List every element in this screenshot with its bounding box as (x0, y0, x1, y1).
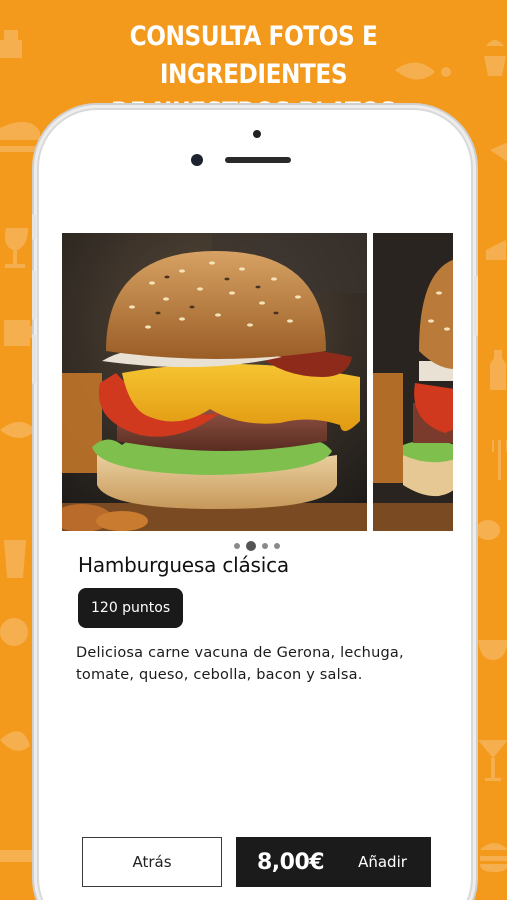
phone-frame: Hamburguesa clásica 120 puntos Deliciosa… (32, 108, 478, 900)
cake-slice-icon (486, 240, 506, 260)
burger-image-preview (373, 233, 453, 531)
back-button-label: Atrás (132, 853, 172, 871)
fish-icon (0, 422, 36, 438)
product-description: Deliciosa carne vacuna de Gerona, lechug… (76, 645, 404, 683)
volume-down-button (32, 334, 36, 384)
pagination-dot-2[interactable] (245, 541, 256, 551)
leaf-icon (0, 731, 30, 751)
pagination-dot-3[interactable] (261, 543, 268, 549)
bottle-icon (490, 350, 506, 390)
pagination-dot-1[interactable] (233, 543, 240, 549)
sandwich-icon (0, 121, 40, 152)
pagination-dot-4[interactable] (273, 543, 280, 549)
next-product-photo[interactable] (373, 233, 453, 531)
gallery-pagination (60, 541, 453, 551)
wine-glass-icon (4, 228, 28, 268)
volume-up-button (32, 270, 36, 320)
phone-sensor (253, 130, 261, 138)
product-photo[interactable] (62, 233, 367, 531)
apple-icon (0, 606, 29, 646)
cocktail-icon (478, 740, 507, 781)
price-label: 8,00€ (257, 849, 325, 875)
front-camera (191, 154, 203, 166)
pizza-icon (490, 142, 507, 162)
add-to-order-button[interactable]: 8,00€ Añadir (236, 837, 431, 887)
product-name: Hamburguesa clásica (78, 553, 289, 577)
cake-icon (0, 30, 22, 58)
fork-icon (492, 440, 507, 480)
bowl-icon (478, 640, 507, 660)
glass-icon (4, 540, 26, 578)
add-button-label: Añadir (358, 853, 407, 871)
cupcake-icon (484, 40, 506, 76)
hotdog-icon (0, 850, 37, 862)
mute-switch (32, 214, 36, 240)
promo-title-line-1: CONSULTA FOTOS E INGREDIENTES (129, 21, 378, 90)
points-badge: 120 puntos (78, 588, 184, 628)
power-button (474, 276, 478, 336)
phone-speaker (225, 157, 291, 163)
burger-image (62, 233, 367, 531)
app-screen: Hamburguesa clásica 120 puntos Deliciosa… (60, 232, 453, 900)
lemon-icon (476, 520, 501, 540)
burger-icon (480, 843, 507, 872)
back-button[interactable]: Atrás (82, 837, 222, 887)
